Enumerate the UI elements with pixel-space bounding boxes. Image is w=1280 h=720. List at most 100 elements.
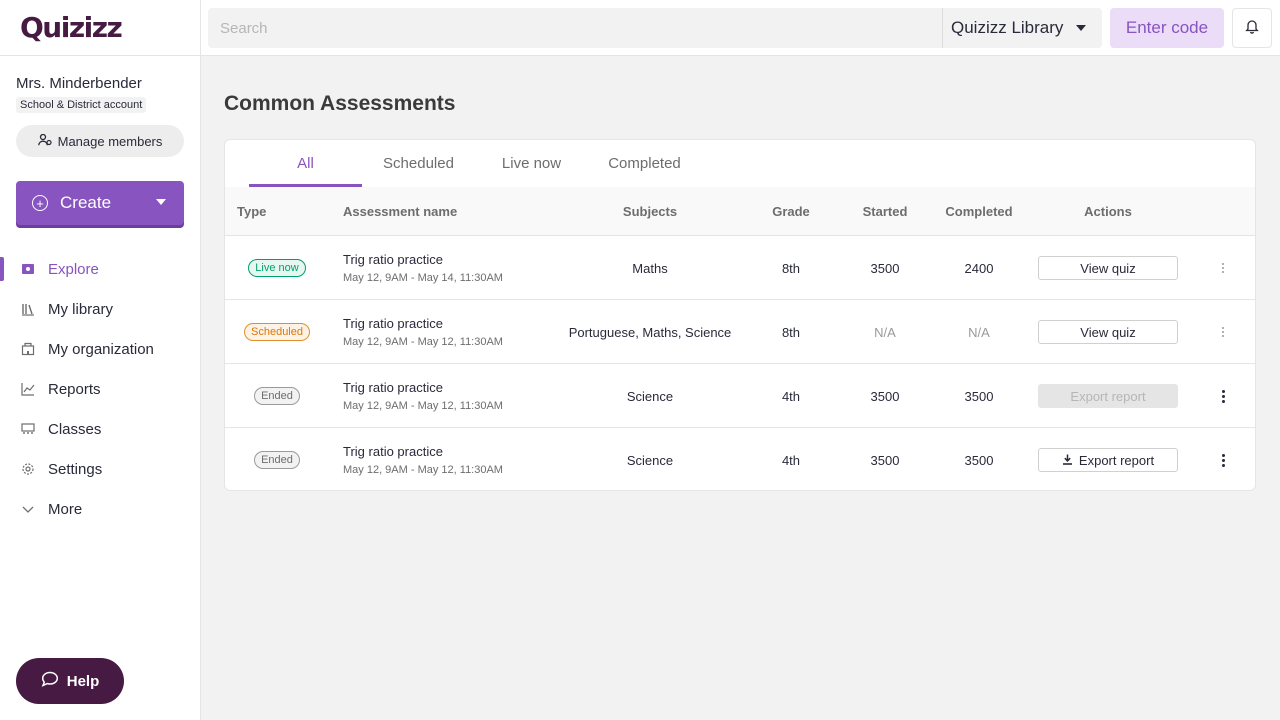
column-header-type: Type <box>237 203 267 219</box>
completed-cell: 2400 <box>964 260 994 276</box>
more-options-icon[interactable] <box>1213 428 1233 490</box>
table-row[interactable]: Ended Trig ratio practice May 12, 9AM - … <box>225 363 1255 428</box>
column-header-actions: Actions <box>1084 203 1132 219</box>
help-button[interactable]: Help <box>16 658 124 704</box>
sidebar: Quizizz Mrs. Minderbender School & Distr… <box>0 0 201 720</box>
grade-cell: 4th <box>781 452 801 468</box>
sidebar-nav: Explore My library My organization Repor… <box>0 249 200 529</box>
completed-cell: 3500 <box>964 452 994 468</box>
library-select[interactable]: Quizizz Library <box>942 8 1102 48</box>
plus-circle-icon: + <box>32 195 48 211</box>
sidebar-item-label: My organization <box>48 340 154 358</box>
library-select-label: Quizizz Library <box>951 18 1064 37</box>
completed-cell: N/A <box>968 324 990 340</box>
chat-bubble-icon <box>41 671 59 691</box>
search-input[interactable] <box>208 8 942 48</box>
table-header: Type Assessment name Subjects Grade Star… <box>225 187 1255 235</box>
started-cell: 3500 <box>870 388 900 404</box>
view-quiz-button[interactable]: View quiz <box>1038 256 1178 280</box>
action-label: Export report <box>1078 452 1155 468</box>
notifications-button[interactable] <box>1232 8 1272 48</box>
assessment-name[interactable]: Trig ratio practice <box>343 316 503 331</box>
export-report-button: Export report <box>1038 384 1178 408</box>
sidebar-item-label: Classes <box>48 420 102 438</box>
sidebar-item-classes[interactable]: Classes <box>0 409 200 449</box>
subjects-cell: Science <box>626 452 674 468</box>
action-label: View quiz <box>1080 260 1136 276</box>
tab-live-now[interactable]: Live now <box>475 140 588 187</box>
sidebar-item-label: Reports <box>48 380 101 398</box>
tab-completed[interactable]: Completed <box>588 140 701 187</box>
caret-down-icon <box>1076 25 1086 31</box>
assessment-name[interactable]: Trig ratio practice <box>343 252 503 267</box>
manage-members-button[interactable]: Manage members <box>16 125 184 157</box>
user-name: Mrs. Minderbender <box>16 75 142 92</box>
user-block: Mrs. Minderbender School & District acco… <box>0 56 200 157</box>
chart-icon <box>20 381 36 397</box>
started-cell: 3500 <box>870 452 900 468</box>
compass-icon <box>20 261 36 277</box>
logo-area: Quizizz <box>0 0 200 56</box>
column-header-assessment-name: Assessment name <box>343 203 458 219</box>
caret-down-icon[interactable] <box>156 199 166 205</box>
column-header-started: Started <box>862 203 908 219</box>
bell-icon <box>1244 18 1260 39</box>
enter-code-button[interactable]: Enter code <box>1110 8 1224 48</box>
chevron-down-icon <box>20 501 36 517</box>
started-cell: 3500 <box>870 260 900 276</box>
building-icon <box>20 341 36 357</box>
assessment-dates: May 12, 9AM - May 12, 11:30AM <box>343 336 503 348</box>
column-header-subjects: Subjects <box>622 203 678 219</box>
column-header-completed: Completed <box>945 203 1013 219</box>
tab-bar: All Scheduled Live now Completed <box>249 140 701 187</box>
export-report-button[interactable]: Export report <box>1038 448 1178 472</box>
gear-icon <box>20 461 36 477</box>
sidebar-item-my-library[interactable]: My library <box>0 289 200 329</box>
tab-scheduled[interactable]: Scheduled <box>362 140 475 187</box>
sidebar-item-settings[interactable]: Settings <box>0 449 200 489</box>
subjects-cell: Science <box>626 388 674 404</box>
assessment-name[interactable]: Trig ratio practice <box>343 444 503 459</box>
assessment-dates: May 12, 9AM - May 14, 11:30AM <box>343 272 503 284</box>
sidebar-item-label: Settings <box>48 460 103 478</box>
table-row[interactable]: Ended Trig ratio practice May 12, 9AM - … <box>225 427 1255 490</box>
assessment-dates: May 12, 9AM - May 12, 11:30AM <box>343 400 503 412</box>
grade-cell: 8th <box>781 260 801 276</box>
started-cell: N/A <box>874 324 896 340</box>
sidebar-item-more[interactable]: More <box>0 489 200 529</box>
more-options-icon[interactable] <box>1213 300 1233 364</box>
more-options-icon[interactable] <box>1213 364 1233 428</box>
create-button[interactable]: + Create <box>16 181 184 225</box>
sidebar-item-my-organization[interactable]: My organization <box>0 329 200 369</box>
manage-members-label: Manage members <box>57 133 163 149</box>
table-row[interactable]: Live now Trig ratio practice May 12, 9AM… <box>225 235 1255 300</box>
subjects-cell: Portuguese, Maths, Science <box>568 324 732 340</box>
sidebar-item-explore[interactable]: Explore <box>0 249 200 289</box>
completed-cell: 3500 <box>964 388 994 404</box>
assessment-name[interactable]: Trig ratio practice <box>343 380 503 395</box>
quizizz-logo[interactable]: Quizizz <box>20 11 123 44</box>
classroom-icon <box>20 421 36 437</box>
action-label: Export report <box>1070 388 1146 404</box>
status-badge: Ended <box>254 451 300 469</box>
grade-cell: 4th <box>781 388 801 404</box>
manage-members-icon <box>37 133 52 149</box>
assessments-card: All Scheduled Live now Completed Type As… <box>224 139 1256 491</box>
view-quiz-button[interactable]: View quiz <box>1038 320 1178 344</box>
help-label: Help <box>66 672 100 690</box>
page-title: Common Assessments <box>224 92 456 115</box>
status-badge: Ended <box>254 387 300 405</box>
download-icon <box>1062 453 1073 468</box>
account-type-badge: School & District account <box>16 97 147 113</box>
assessment-dates: May 12, 9AM - May 12, 11:30AM <box>343 464 503 476</box>
action-label: View quiz <box>1080 324 1136 340</box>
tab-all[interactable]: All <box>249 140 362 187</box>
table-row[interactable]: Scheduled Trig ratio practice May 12, 9A… <box>225 299 1255 364</box>
library-icon <box>20 301 36 317</box>
status-badge: Scheduled <box>244 323 310 341</box>
status-badge: Live now <box>248 259 306 277</box>
column-header-grade: Grade <box>772 203 810 219</box>
more-options-icon[interactable] <box>1213 236 1233 300</box>
sidebar-item-reports[interactable]: Reports <box>0 369 200 409</box>
sidebar-item-label: Explore <box>48 260 99 278</box>
